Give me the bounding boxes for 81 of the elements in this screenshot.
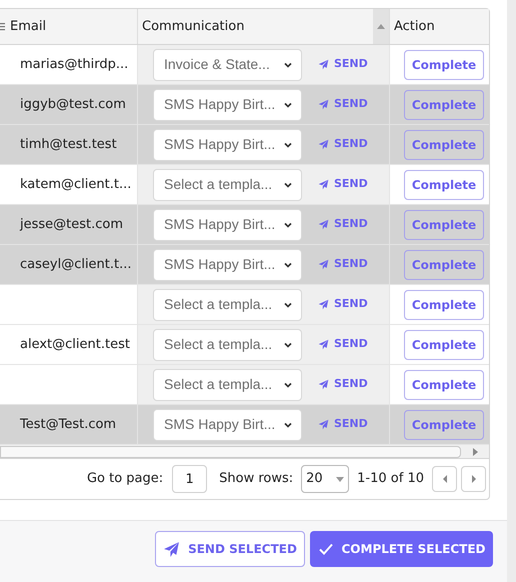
paper-plane-icon (318, 219, 329, 230)
rows-per-page-select[interactable]: 20 (301, 465, 350, 493)
send-selected-button[interactable]: SEND SELECTED (155, 531, 305, 567)
table-row[interactable]: katem@client.t... Select a templa... SEND Complete (0, 165, 489, 205)
complete-button[interactable]: Complete (404, 170, 484, 200)
table-cell-text: Test@Test.com (20, 416, 116, 434)
table-row[interactable]: caseyl@client.t... SMS Happy Birt... SEND Complete (0, 245, 489, 285)
table-row[interactable]: Select a templa... SEND Complete (0, 365, 489, 405)
table-row[interactable]: marias@thirdp... Invoice & State... SEND Complete (0, 45, 489, 85)
complete-button[interactable]: Complete (404, 410, 484, 440)
scrollbar-thumb[interactable] (0, 446, 461, 458)
table-row[interactable]: Test@Test.com SMS Happy Birt... SEND Complete (0, 405, 489, 445)
template-select[interactable]: Invoice & State... (153, 48, 302, 80)
table-cell-text: marias@thirdp... (20, 56, 128, 74)
template-select[interactable]: SMS Happy Birt... (153, 208, 302, 240)
column-header[interactable]: Email (6, 9, 138, 44)
paper-plane-icon (318, 339, 329, 350)
show-rows-label: Show rows: (219, 470, 294, 488)
column-header[interactable]: Communication (138, 9, 390, 44)
paper-plane-icon (318, 59, 329, 70)
complete-selected-button[interactable]: COMPLETE SELECTED (310, 531, 493, 567)
column-header[interactable]: Action (390, 9, 489, 44)
table-row[interactable]: iggyb@test.com SMS Happy Birt... SEND Complete (0, 85, 489, 125)
complete-button[interactable]: Complete (404, 130, 484, 160)
send-button[interactable]: SEND (318, 256, 368, 273)
complete-button[interactable]: Complete (404, 250, 484, 280)
send-button[interactable]: SEND (318, 296, 368, 313)
page-scrollbar[interactable] (507, 0, 516, 582)
complete-button[interactable]: Complete (404, 90, 484, 120)
complete-button[interactable]: Complete (404, 290, 484, 320)
send-button[interactable]: SEND (318, 416, 368, 433)
table-cell-text: iggyb@test.com (20, 96, 126, 114)
send-button[interactable]: SEND (318, 136, 368, 153)
complete-button[interactable]: Complete (404, 50, 484, 80)
template-select[interactable]: SMS Happy Birt... (153, 128, 302, 160)
paper-plane-icon (318, 379, 329, 390)
paper-plane-icon (318, 179, 329, 190)
complete-button[interactable]: Complete (404, 370, 484, 400)
table-cell-text: alext@client.test (20, 336, 130, 354)
page-range: 1-10 of 10 (357, 470, 424, 488)
template-select[interactable]: Select a templa... (153, 168, 302, 200)
check-icon (318, 541, 334, 557)
table-row[interactable]: Select a templa... SEND Complete (0, 285, 489, 325)
table-row[interactable]: timh@test.test SMS Happy Birt... SEND Complete (0, 125, 489, 165)
paper-plane-icon (318, 419, 329, 430)
send-button[interactable]: SEND (318, 56, 368, 73)
template-select[interactable]: Select a templa... (153, 288, 302, 320)
go-to-page-label: Go to page: (86, 470, 164, 488)
table-row[interactable]: alext@client.test Select a templa... SEND Complete (0, 325, 489, 365)
previous-page-button[interactable] (432, 466, 457, 492)
template-select[interactable]: Select a templa... (153, 368, 302, 400)
paper-plane-icon (318, 299, 329, 310)
table-row[interactable]: jesse@test.com SMS Happy Birt... SEND Complete (0, 205, 489, 245)
table-cell-text: katem@client.t... (20, 176, 132, 194)
send-button[interactable]: SEND (318, 376, 368, 393)
paper-plane-icon (318, 259, 329, 270)
send-button[interactable]: SEND (318, 216, 368, 233)
table-cell-text: timh@test.test (20, 136, 117, 154)
send-button[interactable]: SEND (318, 96, 368, 113)
send-button[interactable]: SEND (318, 336, 368, 353)
complete-button[interactable]: Complete (404, 330, 484, 360)
table-cell-text: jesse@test.com (20, 216, 124, 234)
page-input[interactable]: 1 (172, 465, 208, 493)
complete-button[interactable]: Complete (404, 210, 484, 240)
table-cell-text: caseyl@client.t... (20, 256, 132, 274)
dropdown-icon (336, 476, 344, 482)
template-select[interactable]: SMS Happy Birt... (153, 248, 302, 280)
paper-plane-icon (318, 99, 329, 110)
horizontal-scrollbar[interactable] (0, 445, 489, 459)
previous-icon (442, 475, 446, 483)
template-select[interactable]: SMS Happy Birt... (153, 408, 302, 440)
paper-plane-icon (318, 139, 329, 150)
next-icon (472, 475, 476, 483)
next-page-button[interactable] (461, 466, 486, 492)
template-select[interactable]: Select a templa... (153, 328, 302, 360)
template-select[interactable]: SMS Happy Birt... (153, 88, 302, 120)
paper-plane-icon (163, 540, 180, 558)
sort-ascending-icon[interactable] (377, 24, 385, 29)
send-button[interactable]: SEND (318, 176, 368, 193)
column-menu-icon[interactable] (0, 22, 5, 32)
scroll-right-icon[interactable] (472, 448, 478, 456)
